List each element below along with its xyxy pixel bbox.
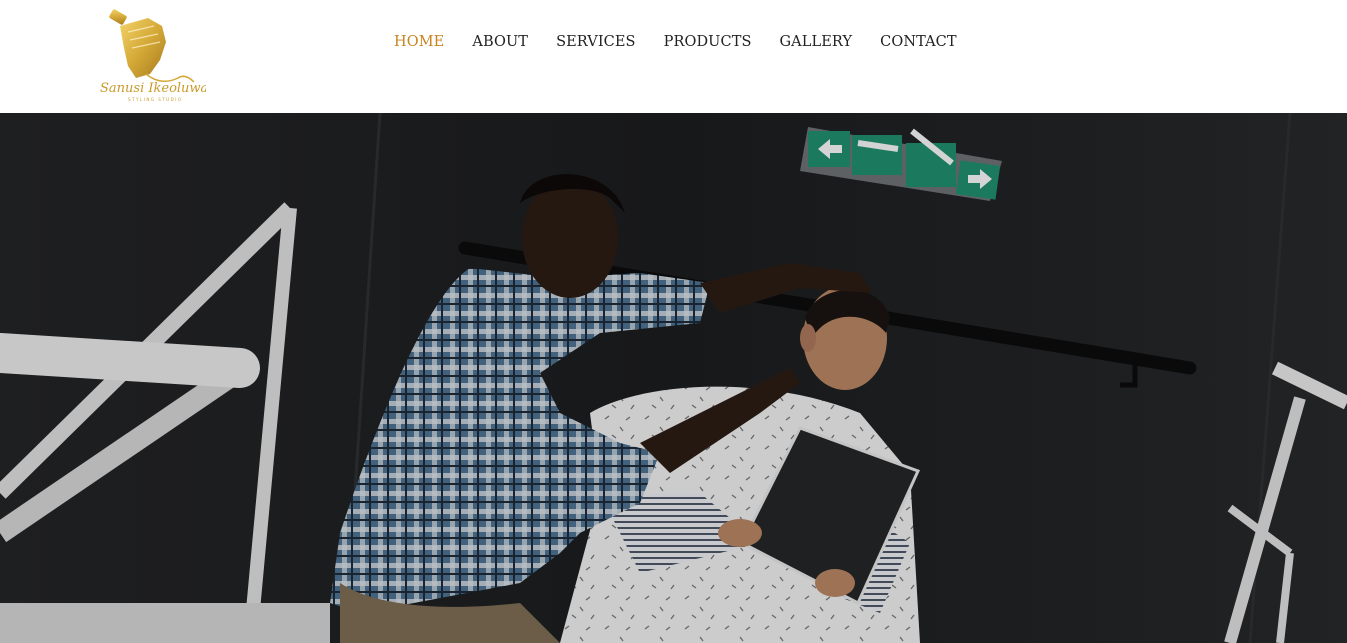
fist-with-clippers-icon: Sanusi Ikeoluwa STYLING STUDIO [100, 9, 208, 102]
nav-contact[interactable]: CONTACT [866, 30, 971, 54]
nav-home[interactable]: HOME [380, 30, 458, 54]
nav-about[interactable]: ABOUT [458, 30, 542, 54]
hero-photo [0, 113, 1347, 643]
brand-logo[interactable]: Sanusi Ikeoluwa STYLING STUDIO [98, 8, 208, 104]
main-nav: HOME ABOUT SERVICES PRODUCTS GALLERY CON… [380, 30, 971, 54]
svg-text:Sanusi Ikeoluwa: Sanusi Ikeoluwa [100, 81, 206, 96]
svg-text:STYLING STUDIO: STYLING STUDIO [128, 97, 183, 102]
hero-banner [0, 113, 1347, 643]
nav-products[interactable]: PRODUCTS [650, 30, 766, 54]
nav-services[interactable]: SERVICES [542, 30, 650, 54]
nav-gallery[interactable]: GALLERY [766, 30, 867, 54]
site-header: Sanusi Ikeoluwa STYLING STUDIO HOME ABOU… [0, 0, 1347, 113]
